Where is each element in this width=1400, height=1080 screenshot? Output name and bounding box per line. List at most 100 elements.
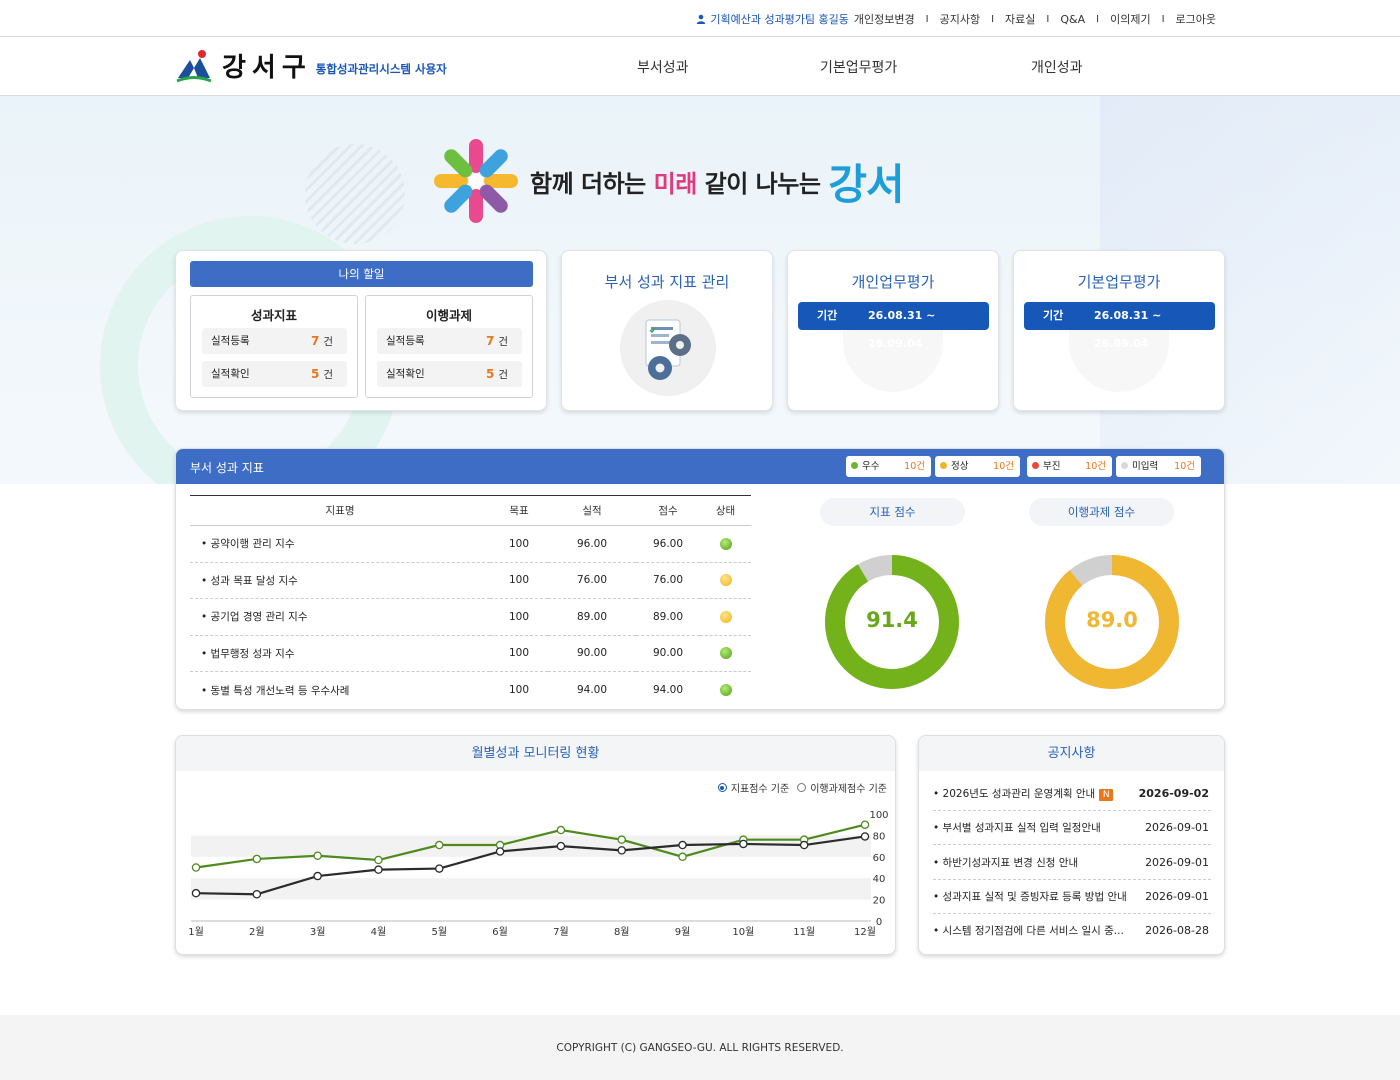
series-2-point	[374, 865, 383, 874]
series-2-point	[739, 839, 748, 849]
series-1-point	[374, 855, 383, 865]
kpi-row[interactable]: • 법무행정 성과 지수 100 90.00 90.00	[190, 635, 751, 672]
col-target: 목표	[490, 495, 548, 526]
kpi-score: 90.00	[636, 635, 700, 672]
notice-item-title[interactable]: • 성과지표 실적 및 증빙자료 등록 방법 안내	[933, 880, 1127, 914]
todo-box-title: 이행과제	[425, 308, 472, 323]
nav-basic-evaluation[interactable]: 기본업무평가	[820, 57, 897, 77]
legend-excellent: 우수 10건	[846, 456, 931, 477]
kpi-header: 부서 성과 지표 우수 10건 정상 10건 부진 10건 미입력 10건	[176, 449, 1224, 484]
kpi-status	[700, 672, 751, 709]
task-score-value: 89.0	[1086, 608, 1138, 632]
monthly-monitoring-card: 월별성과 모니터링 현황 지표점수 기준 이행과제점수 기준 0 20 40 60 80…	[175, 735, 896, 955]
series-1-point	[252, 854, 262, 864]
notice-item-title[interactable]: • 시스템 정기점검에 다른 서비스 일시 중...	[933, 914, 1124, 948]
x-tick-label: 7월	[553, 926, 569, 938]
kpi-score: 76.00	[636, 562, 700, 599]
x-tick-label: 9월	[675, 926, 691, 938]
notice-item[interactable]: • 부서별 성과지표 실적 입력 일정안내 2026-09-01	[933, 811, 1211, 846]
x-tick-label: 2월	[249, 926, 265, 938]
kpi-name: • 공약이행 관리 지수	[190, 525, 490, 563]
kpi-row[interactable]: • 동별 특성 개선노력 등 우수사례 100 94.00 94.00	[190, 672, 751, 709]
link-objection[interactable]: 이의제기	[1110, 11, 1150, 27]
flower-mascot-icon	[434, 139, 518, 223]
nav-personal-performance[interactable]: 개인성과	[1031, 57, 1083, 77]
x-tick-label: 6월	[492, 926, 508, 938]
notice-item-title[interactable]: • 부서별 성과지표 실적 입력 일정안내	[933, 811, 1101, 845]
notice-item-date: 2026-09-01	[1145, 821, 1209, 835]
series-2-point	[678, 840, 687, 850]
notice-item[interactable]: • 2026년도 성과관리 운영계획 안내 N 2026-09-02	[933, 777, 1211, 811]
kpi-row[interactable]: • 성과 목표 달성 지수 100 76.00 76.00	[190, 562, 751, 599]
footer: COPYRIGHT (C) GANGSEO-GU. ALL RIGHTS RES…	[0, 1015, 1400, 1080]
new-badge: N	[1099, 789, 1114, 801]
kpi-score: 94.00	[652, 684, 684, 696]
kpi-actual: 94.00	[576, 684, 608, 696]
logo-text: 강서구	[222, 53, 312, 83]
series-2-point	[617, 846, 626, 855]
series-2-point	[313, 871, 322, 881]
todo-row[interactable]: 실적확인 5건	[377, 361, 522, 387]
col-score: 점수	[636, 495, 700, 526]
basic-evaluation-card[interactable]: 기본업무평가 기간 26.08.31 ~ 26.09.04	[1013, 250, 1225, 411]
kpi-target: 100	[508, 684, 530, 696]
x-tick-label: 1월	[188, 926, 204, 938]
notice-item-title[interactable]: • 하반기성과지표 변경 신청 안내	[933, 846, 1078, 880]
y-tick-label: 60	[873, 853, 886, 864]
dept-kpi-panel: 부서 성과 지표 우수 10건 정상 10건 부진 10건 미입력 10건 지표명 목표…	[175, 448, 1225, 710]
dept-kpi-management-card[interactable]: 부서 성과 지표 관리	[561, 250, 773, 411]
notice-item[interactable]: • 성과지표 실적 및 증빙자료 등록 방법 안내 2026-09-01	[933, 880, 1211, 914]
notice-item[interactable]: • 시스템 정기점검에 다른 서비스 일시 중... 2026-08-28	[933, 914, 1211, 948]
series-2-point	[495, 847, 505, 856]
todo-box-indicator: 성과지표 실적등록 7건 실적확인 5건	[190, 295, 358, 398]
link-archive[interactable]: 자료실	[1005, 11, 1035, 27]
legend-normal: 정상 10건	[935, 456, 1020, 477]
task-score-label: 이행과제 점수	[1029, 498, 1174, 526]
kpi-target: 100	[490, 598, 548, 636]
todo-row[interactable]: 실적등록 7건	[377, 328, 522, 354]
kpi-name: • 성과 목표 달성 지수	[190, 562, 490, 599]
x-tick-label: 11월	[793, 926, 815, 938]
logo[interactable]: 강서구 통합성과관리시스템 사용자	[176, 47, 447, 84]
kpi-actual: 89.00	[548, 598, 636, 636]
monthly-line-chart: 0 20 40 60 80 100 1월 2월 3월 4월 5월 6월 7월 8월 9월 10월 11월 12월	[188, 810, 888, 938]
kpi-score: 96.00	[636, 525, 700, 563]
kpi-row[interactable]: • 공기업 경영 관리 지수 100 89.00 89.00	[190, 598, 751, 636]
user-info: 기획예산과 성과평가팀 홍길동	[696, 11, 849, 27]
kpi-status	[700, 598, 751, 636]
link-logout[interactable]: 로그아웃	[1176, 11, 1216, 27]
link-profile[interactable]: 개인정보변경	[854, 11, 915, 27]
x-tick-label: 4월	[371, 926, 387, 938]
kpi-actual: 90.00	[548, 635, 636, 672]
slogan: 함께 더하는 미래 같이 나누는 강서	[432, 137, 905, 225]
series-1-point	[556, 825, 566, 835]
kpi-name: • 동별 특성 개선노력 등 우수사례	[201, 684, 350, 697]
notice-item-title[interactable]: • 2026년도 성과관리 운영계획 안내 N	[933, 777, 1114, 811]
notice-item[interactable]: • 하반기성과지표 변경 신청 안내 2026-09-01	[933, 846, 1211, 880]
y-tick-label: 40	[873, 874, 886, 885]
link-qna[interactable]: Q&A	[1060, 13, 1085, 26]
kpi-name: • 법무행정 성과 지수	[190, 635, 490, 672]
kpi-actual: 76.00	[548, 562, 636, 599]
kpi-target: 100	[490, 525, 548, 563]
copyright: COPYRIGHT (C) GANGSEO-GU. ALL RIGHTS RES…	[556, 1042, 844, 1054]
series-2-point	[191, 888, 201, 898]
todo-row[interactable]: 실적등록 7건	[202, 328, 347, 354]
nav-dept-performance[interactable]: 부서성과	[637, 57, 689, 77]
y-tick-label: 100	[869, 810, 888, 821]
legend-missing: 미입력 10건	[1116, 456, 1201, 477]
y-tick-label: 80	[873, 831, 886, 842]
todo-box-title: 성과지표	[250, 308, 297, 323]
personal-evaluation-card[interactable]: 개인업무평가 기간 26.08.31 ~ 26.09.04	[787, 250, 999, 411]
todo-card: 나의 할일 성과지표 실적등록 7건 실적확인 5건 이행과제 실적등록 7건 …	[175, 250, 547, 411]
status-green-icon	[719, 684, 732, 696]
link-notice[interactable]: 공지사항	[940, 11, 980, 27]
card-title: 부서 성과 지표 관리	[604, 273, 730, 291]
y-tick-label: 0	[876, 917, 882, 928]
col-actual: 실적	[548, 495, 636, 526]
grid-band	[191, 878, 871, 900]
todo-row[interactable]: 실적확인 5건	[202, 361, 347, 387]
series-2-point	[556, 841, 566, 851]
period-badge: 기간 26.08.31 ~ 26.09.04	[798, 302, 989, 350]
kpi-row[interactable]: • 공약이행 관리 지수 100 96.00 96.00	[190, 525, 751, 563]
